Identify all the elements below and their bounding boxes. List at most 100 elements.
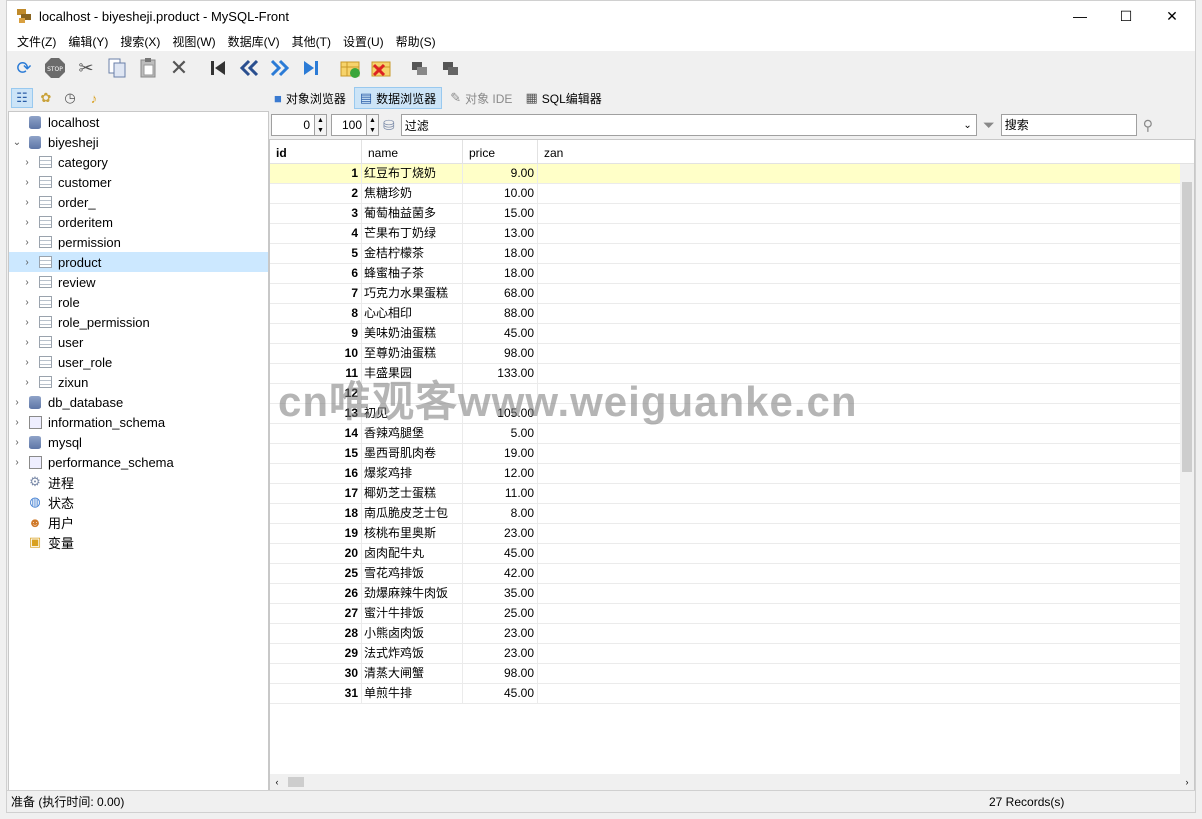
offset-stepper[interactable]: 0 ▲ ▼ — [271, 114, 327, 136]
table-row[interactable]: 17 椰奶芝士蛋糕 11.00 — [270, 484, 1194, 504]
tree-node-table[interactable]: › product — [9, 252, 268, 272]
cell-name[interactable]: 心心相印 — [362, 304, 463, 323]
cell-name[interactable]: 墨西哥肌肉卷 — [362, 444, 463, 463]
table-row[interactable]: 2 焦糖珍奶 10.00 — [270, 184, 1194, 204]
expand-icon[interactable]: › — [21, 317, 33, 328]
cell-id[interactable]: 6 — [270, 264, 362, 283]
cell-id[interactable]: 20 — [270, 544, 362, 563]
menu-edit[interactable]: 编辑(Y) — [62, 33, 114, 50]
cell-id[interactable]: 17 — [270, 484, 362, 503]
cell-id[interactable]: 19 — [270, 524, 362, 543]
menu-file[interactable]: 文件(Z) — [11, 33, 62, 50]
up-arrow-icon[interactable]: ▲ — [315, 115, 326, 125]
cell-id[interactable]: 7 — [270, 284, 362, 303]
cell-name[interactable]: 法式炸鸡饭 — [362, 644, 463, 663]
cell-price[interactable]: 18.00 — [463, 244, 538, 263]
cell-price[interactable]: 45.00 — [463, 324, 538, 343]
links-icon[interactable]: ♪ — [83, 88, 105, 108]
insert-row-icon[interactable] — [337, 55, 363, 81]
table-row[interactable]: 26 劲爆麻辣牛肉饭 35.00 — [270, 584, 1194, 604]
table-row[interactable]: 3 葡萄柚益菌多 15.00 — [270, 204, 1194, 224]
tree-node-table[interactable]: › role_permission — [9, 312, 268, 332]
cell-price[interactable]: 35.00 — [463, 584, 538, 603]
table-row[interactable]: 10 至尊奶油蛋糕 98.00 — [270, 344, 1194, 364]
table-row[interactable]: 19 核桃布里奥斯 23.00 — [270, 524, 1194, 544]
expand-icon[interactable]: › — [21, 197, 33, 208]
next-page-icon[interactable] — [267, 55, 293, 81]
cut-icon[interactable]: ✂ — [73, 55, 99, 81]
cell-price[interactable]: 42.00 — [463, 564, 538, 583]
cell-id[interactable]: 26 — [270, 584, 362, 603]
column-header-zan[interactable]: zan — [538, 140, 1194, 163]
cell-name[interactable]: 芒果布丁奶绿 — [362, 224, 463, 243]
cell-name[interactable]: 蜜汁牛排饭 — [362, 604, 463, 623]
scroll-thumb[interactable] — [1182, 182, 1192, 472]
expand-icon[interactable]: › — [21, 157, 33, 168]
cell-price[interactable]: 11.00 — [463, 484, 538, 503]
table-row[interactable]: 30 清蒸大闸蟹 98.00 — [270, 664, 1194, 684]
tree-node-database[interactable]: › mysql — [9, 432, 268, 452]
cell-name[interactable]: 金桔柠檬茶 — [362, 244, 463, 263]
cell-zan[interactable] — [538, 244, 1194, 263]
cell-name[interactable]: 美味奶油蛋糕 — [362, 324, 463, 343]
limit-stepper[interactable]: 100 ▲ ▼ — [331, 114, 379, 136]
tree-node-tool[interactable]: ☻ 用户 — [9, 512, 268, 532]
cell-zan[interactable] — [538, 604, 1194, 623]
filter-db-icon[interactable]: ⛁ — [383, 117, 395, 134]
cell-zan[interactable] — [538, 644, 1194, 663]
cell-zan[interactable] — [538, 524, 1194, 543]
cell-id[interactable]: 29 — [270, 644, 362, 663]
cell-zan[interactable] — [538, 264, 1194, 283]
cell-price[interactable]: 45.00 — [463, 684, 538, 703]
expand-icon[interactable]: › — [21, 217, 33, 228]
cell-id[interactable]: 10 — [270, 344, 362, 363]
cell-price[interactable]: 45.00 — [463, 544, 538, 563]
funnel-icon[interactable]: ⏷ — [983, 117, 995, 134]
table-row[interactable]: 4 芒果布丁奶绿 13.00 — [270, 224, 1194, 244]
cell-name[interactable]: 小熊卤肉饭 — [362, 624, 463, 643]
cell-zan[interactable] — [538, 504, 1194, 523]
cell-zan[interactable] — [538, 564, 1194, 583]
paste-icon[interactable] — [135, 55, 161, 81]
expand-icon[interactable]: › — [21, 177, 33, 188]
tree-node-table[interactable]: › review — [9, 272, 268, 292]
favorites-icon[interactable]: ✿ — [35, 88, 57, 108]
cell-zan[interactable] — [538, 444, 1194, 463]
collapse-icon[interactable]: ⌄ — [11, 137, 23, 148]
tree-node-database[interactable]: › information_schema — [9, 412, 268, 432]
table-row[interactable]: 28 小熊卤肉饭 23.00 — [270, 624, 1194, 644]
tree-node-table[interactable]: › category — [9, 152, 268, 172]
table-row[interactable]: 25 雪花鸡排饭 42.00 — [270, 564, 1194, 584]
menu-view[interactable]: 视图(W) — [166, 33, 221, 50]
cell-id[interactable]: 30 — [270, 664, 362, 683]
cell-zan[interactable] — [538, 484, 1194, 503]
cell-zan[interactable] — [538, 684, 1194, 703]
cell-zan[interactable] — [538, 224, 1194, 243]
cell-price[interactable]: 98.00 — [463, 344, 538, 363]
cell-price[interactable]: 15.00 — [463, 204, 538, 223]
table-row[interactable]: 9 美味奶油蛋糕 45.00 — [270, 324, 1194, 344]
cell-zan[interactable] — [538, 624, 1194, 643]
down-arrow-icon[interactable]: ▼ — [367, 125, 378, 135]
minimize-button[interactable]: — — [1057, 1, 1103, 31]
refresh-icon[interactable]: ⟳ — [11, 55, 37, 81]
cell-id[interactable]: 27 — [270, 604, 362, 623]
expand-icon[interactable]: › — [21, 257, 33, 268]
cell-price[interactable]: 19.00 — [463, 444, 538, 463]
tree-node-table[interactable]: › orderitem — [9, 212, 268, 232]
vertical-scrollbar[interactable] — [1180, 164, 1194, 774]
cell-id[interactable]: 5 — [270, 244, 362, 263]
horizontal-scrollbar[interactable]: ‹ › — [270, 774, 1194, 790]
cell-price[interactable]: 12.00 — [463, 464, 538, 483]
cell-id[interactable]: 8 — [270, 304, 362, 323]
tree-node-table[interactable]: › user — [9, 332, 268, 352]
column-header-name[interactable]: name — [362, 140, 463, 163]
cell-id[interactable]: 28 — [270, 624, 362, 643]
cell-name[interactable]: 蜂蜜柚子茶 — [362, 264, 463, 283]
menu-settings[interactable]: 设置(U) — [337, 33, 390, 50]
table-row[interactable]: 27 蜜汁牛排饭 25.00 — [270, 604, 1194, 624]
scroll-right-icon[interactable]: › — [1180, 777, 1194, 787]
tab-object-ide[interactable]: ✎ 对象 IDE — [445, 87, 517, 109]
menu-other[interactable]: 其他(T) — [286, 33, 337, 50]
cell-zan[interactable] — [538, 284, 1194, 303]
